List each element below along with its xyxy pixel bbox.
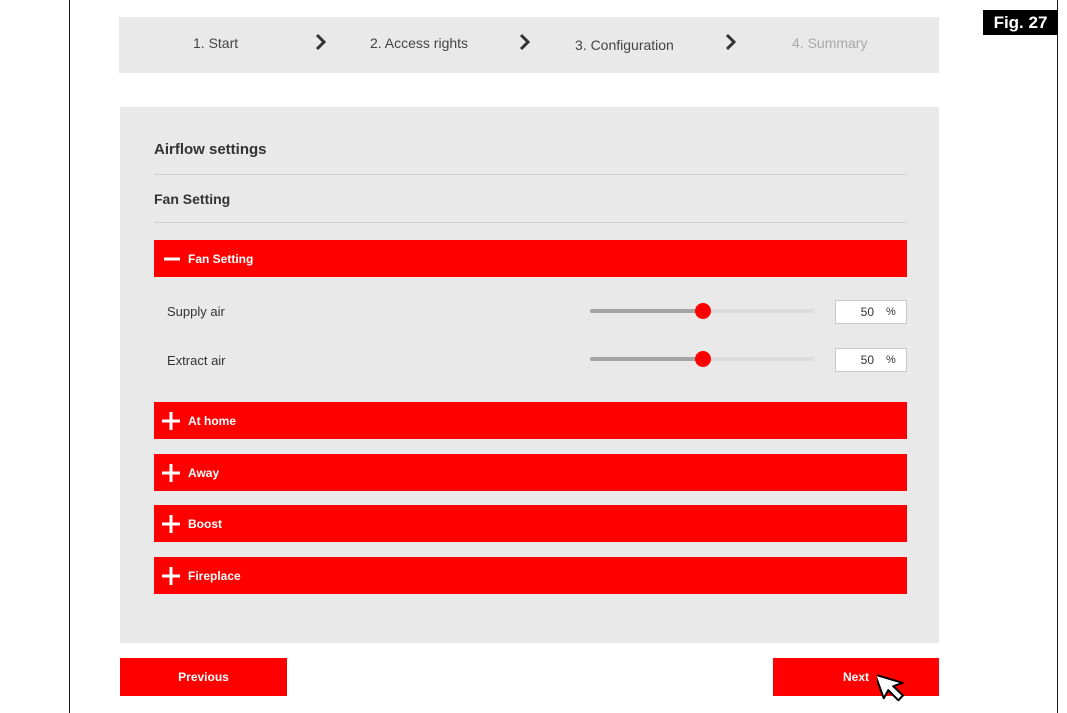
- extract-air-label: Extract air: [167, 353, 226, 368]
- extract-air-input[interactable]: 50 %: [835, 348, 907, 372]
- wizard-steps: 1. Start 2. Access rights 3. Configurati…: [119, 17, 939, 73]
- supply-air-slider[interactable]: [590, 302, 815, 320]
- wizard-step-configuration[interactable]: 3. Configuration: [575, 19, 674, 71]
- chevron-right-icon: [725, 33, 737, 51]
- extract-air-slider[interactable]: [590, 350, 815, 368]
- chevron-right-icon: [315, 33, 327, 51]
- slider-fill: [590, 357, 703, 361]
- divider: [154, 174, 907, 175]
- plus-icon: [162, 411, 180, 430]
- extract-air-value: 50: [860, 353, 874, 367]
- accordion-fireplace[interactable]: Fireplace: [154, 557, 907, 594]
- plus-icon: [162, 463, 180, 482]
- accordion-at-home[interactable]: At home: [154, 402, 907, 439]
- plus-icon: [162, 566, 180, 585]
- slider-fill: [590, 309, 703, 313]
- wizard-step-summary: 4. Summary: [792, 35, 868, 51]
- accordion-boost[interactable]: Boost: [154, 505, 907, 542]
- minus-icon: [164, 257, 180, 260]
- supply-air-input[interactable]: 50 %: [835, 300, 907, 324]
- figure-label: Fig. 27: [983, 10, 1058, 35]
- chevron-right-icon: [519, 33, 531, 51]
- section-title: Fan Setting: [154, 191, 231, 207]
- supply-air-value: 50: [860, 305, 874, 319]
- wizard-step-start[interactable]: 1. Start: [193, 17, 238, 69]
- plus-icon: [162, 514, 180, 533]
- wizard-step-access-rights[interactable]: 2. Access rights: [370, 17, 468, 69]
- previous-button[interactable]: Previous: [120, 658, 287, 696]
- airflow-settings-panel: Airflow settings Fan Setting Fan Setting…: [120, 107, 939, 643]
- percent-unit: %: [886, 306, 896, 318]
- divider: [154, 222, 907, 223]
- percent-unit: %: [886, 354, 896, 366]
- mouse-pointer-icon: [877, 673, 904, 702]
- accordion-label: Fan Setting: [188, 251, 254, 266]
- accordion-label: At home: [188, 413, 236, 428]
- slider-thumb[interactable]: [694, 303, 711, 319]
- accordion-fan-setting[interactable]: Fan Setting: [154, 240, 907, 277]
- accordion-label: Boost: [188, 516, 222, 531]
- accordion-label: Away: [188, 465, 220, 480]
- supply-air-label: Supply air: [167, 304, 225, 319]
- accordion-away[interactable]: Away: [154, 454, 907, 491]
- panel-title: Airflow settings: [154, 141, 267, 158]
- slider-thumb[interactable]: [694, 351, 711, 367]
- accordion-label: Fireplace: [188, 568, 241, 583]
